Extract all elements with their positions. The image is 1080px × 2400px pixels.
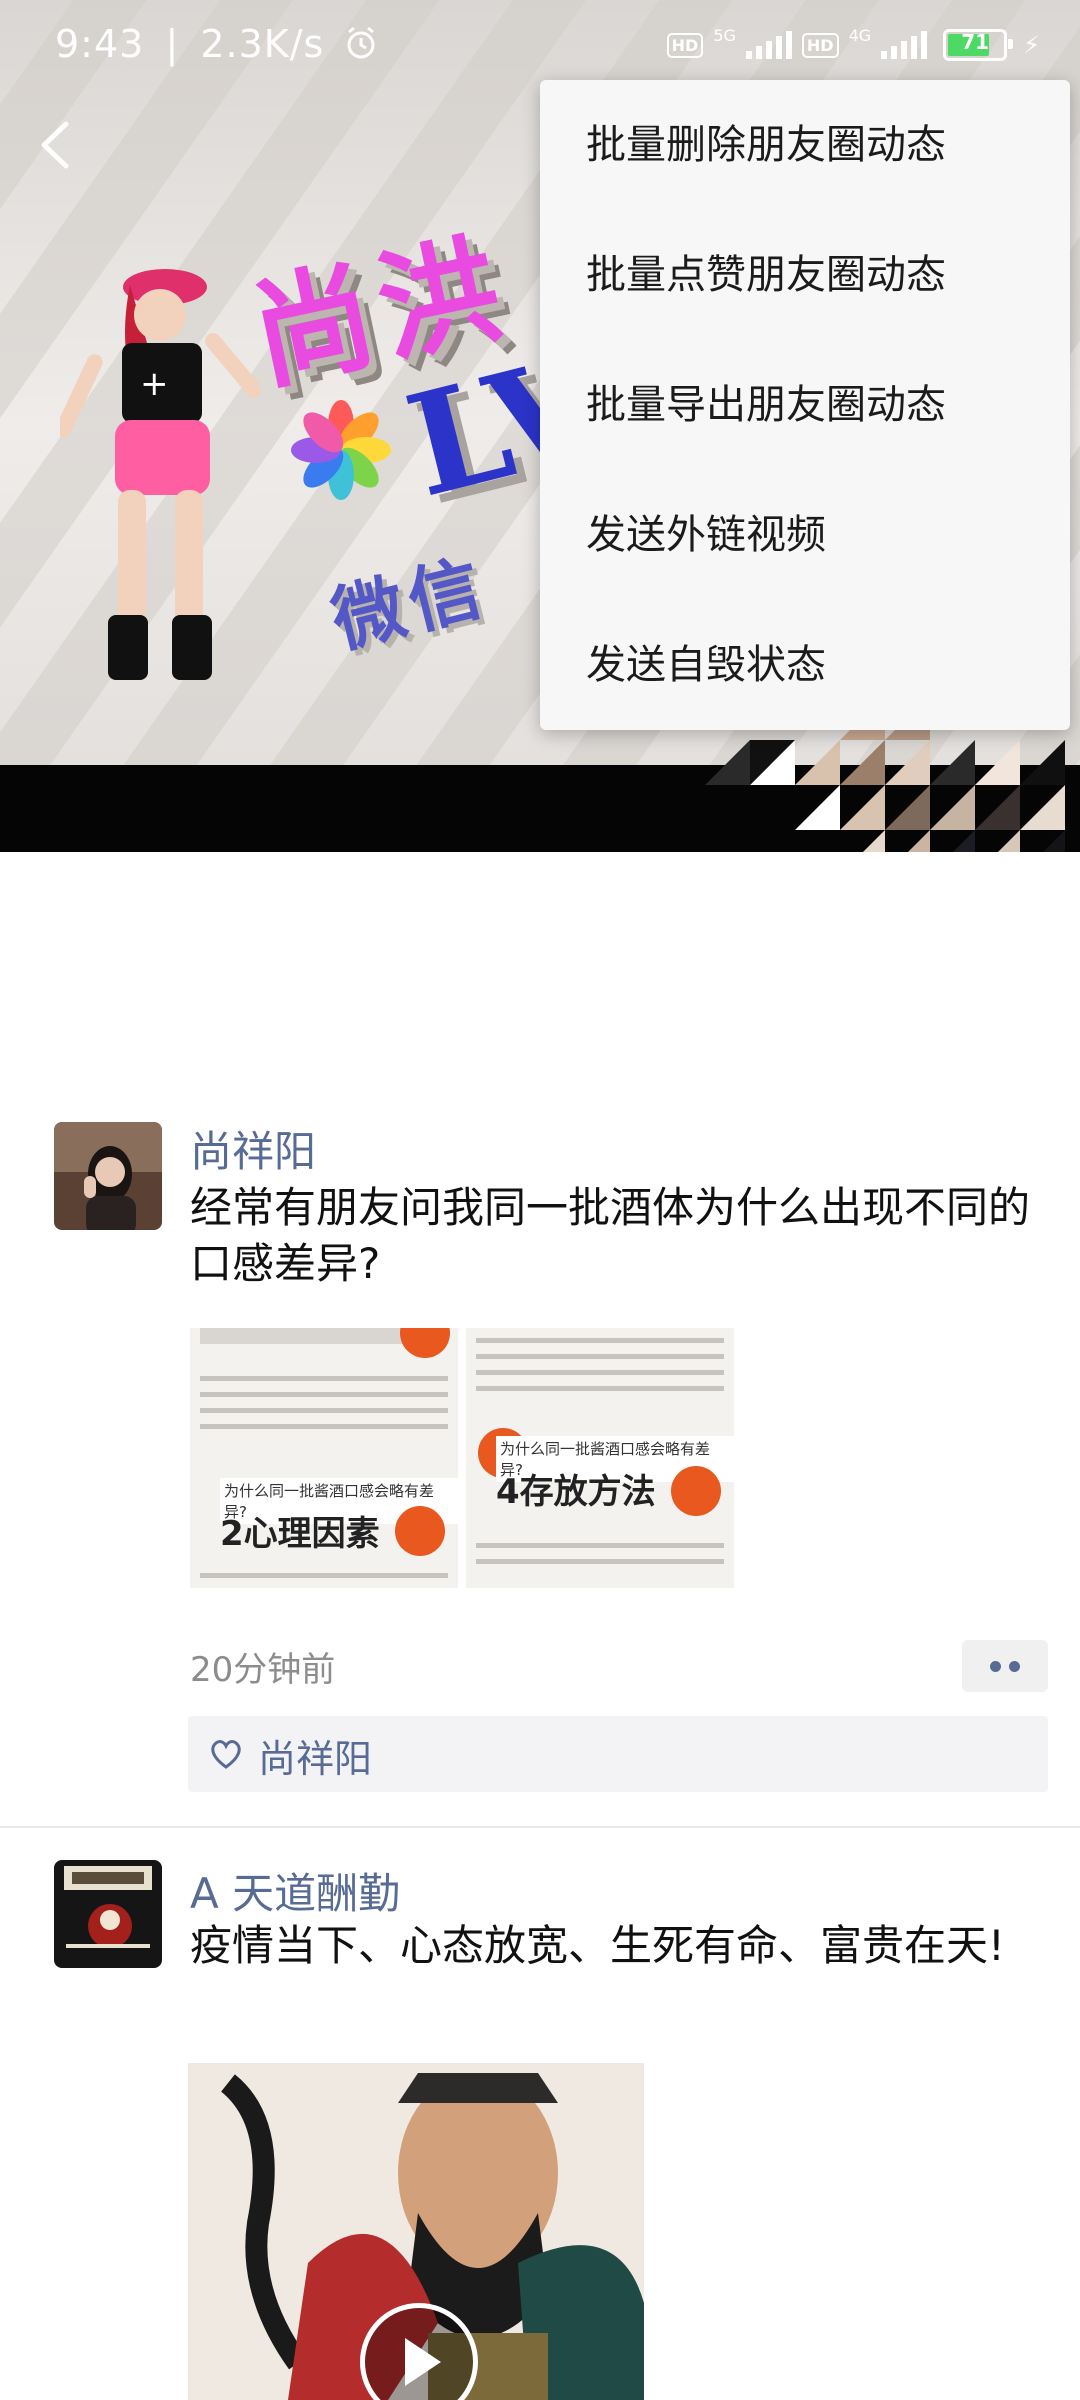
menu-item-batch-export[interactable]: 批量导出朋友圈动态 xyxy=(540,340,1070,470)
menu-item-batch-delete[interactable]: 批量删除朋友圈动态 xyxy=(540,80,1070,210)
battery-level: 71 xyxy=(961,30,990,54)
battery-icon: 71 xyxy=(943,29,1014,61)
back-button[interactable] xyxy=(36,118,76,172)
post-image[interactable]: 为什么同一批酱酒口感会略有差异? 4存放方法 xyxy=(466,1328,734,1588)
menu-item-batch-like[interactable]: 批量点赞朋友圈动态 xyxy=(540,210,1070,340)
post-author-name[interactable]: 尚祥阳 xyxy=(190,1118,316,1179)
image-heading-text: 2心理因素 xyxy=(220,1514,380,1554)
post-author-name[interactable]: A 天道酬勤 xyxy=(190,1860,400,1921)
post-more-button[interactable] xyxy=(962,1640,1048,1692)
alarm-icon xyxy=(347,26,375,59)
post-text: 疫情当下、心态放宽、生死有命、富贵在天! xyxy=(190,1921,1005,1970)
like-user-name[interactable]: 尚祥阳 xyxy=(258,1728,372,1783)
charging-icon: ⚡ xyxy=(1023,31,1040,59)
post-image[interactable]: 为什么同一批酱酒口感会略有差异? 2心理因素 xyxy=(190,1328,458,1588)
menu-item-send-self-destruct[interactable]: 发送自毁状态 xyxy=(540,600,1070,730)
post-text: 经常有朋友问我同一批酒体为什么出现不同的口感差异? xyxy=(190,1183,1031,1288)
avatar[interactable] xyxy=(54,1122,162,1230)
pixelated-avatar-overlay xyxy=(705,715,1065,852)
post-divider xyxy=(0,1826,1080,1828)
network-type-5g: 5G xyxy=(713,26,736,45)
photos-flower-icon xyxy=(290,400,391,500)
status-icons: HD 5G HD 4G 71 ⚡ xyxy=(666,26,1040,62)
network-speed: 2.3K/s xyxy=(200,22,325,66)
hd-badge-icon: HD xyxy=(801,32,839,58)
image-heading-text: 4存放方法 xyxy=(496,1472,656,1512)
menu-item-send-link-video[interactable]: 发送外链视频 xyxy=(540,470,1070,600)
avatar[interactable] xyxy=(54,1860,162,1968)
svg-text:+: + xyxy=(140,364,169,404)
more-options-menu: 批量删除朋友圈动态 批量点赞朋友圈动态 批量导出朋友圈动态 发送外链视频 发送自… xyxy=(540,80,1070,730)
signal-bars-icon xyxy=(745,31,792,59)
avatar-photo xyxy=(54,1860,162,1968)
hd-badge-icon: HD xyxy=(666,32,704,58)
post-timestamp: 20分钟前 xyxy=(190,1650,336,1690)
post-video-thumbnail[interactable] xyxy=(188,2063,644,2400)
network-type-4g: 4G xyxy=(848,26,872,45)
likes-bar: 尚祥阳 xyxy=(188,1716,1048,1792)
back-arrow-icon xyxy=(41,121,69,169)
status-time: 9:43 | 2.3K/s xyxy=(55,22,379,66)
avatar-photo xyxy=(54,1122,162,1230)
heart-icon xyxy=(211,1740,241,1769)
cover-girl-figure: + xyxy=(60,269,260,680)
clock-text: 9:43 xyxy=(55,22,145,66)
signal-bars-icon xyxy=(881,31,928,59)
